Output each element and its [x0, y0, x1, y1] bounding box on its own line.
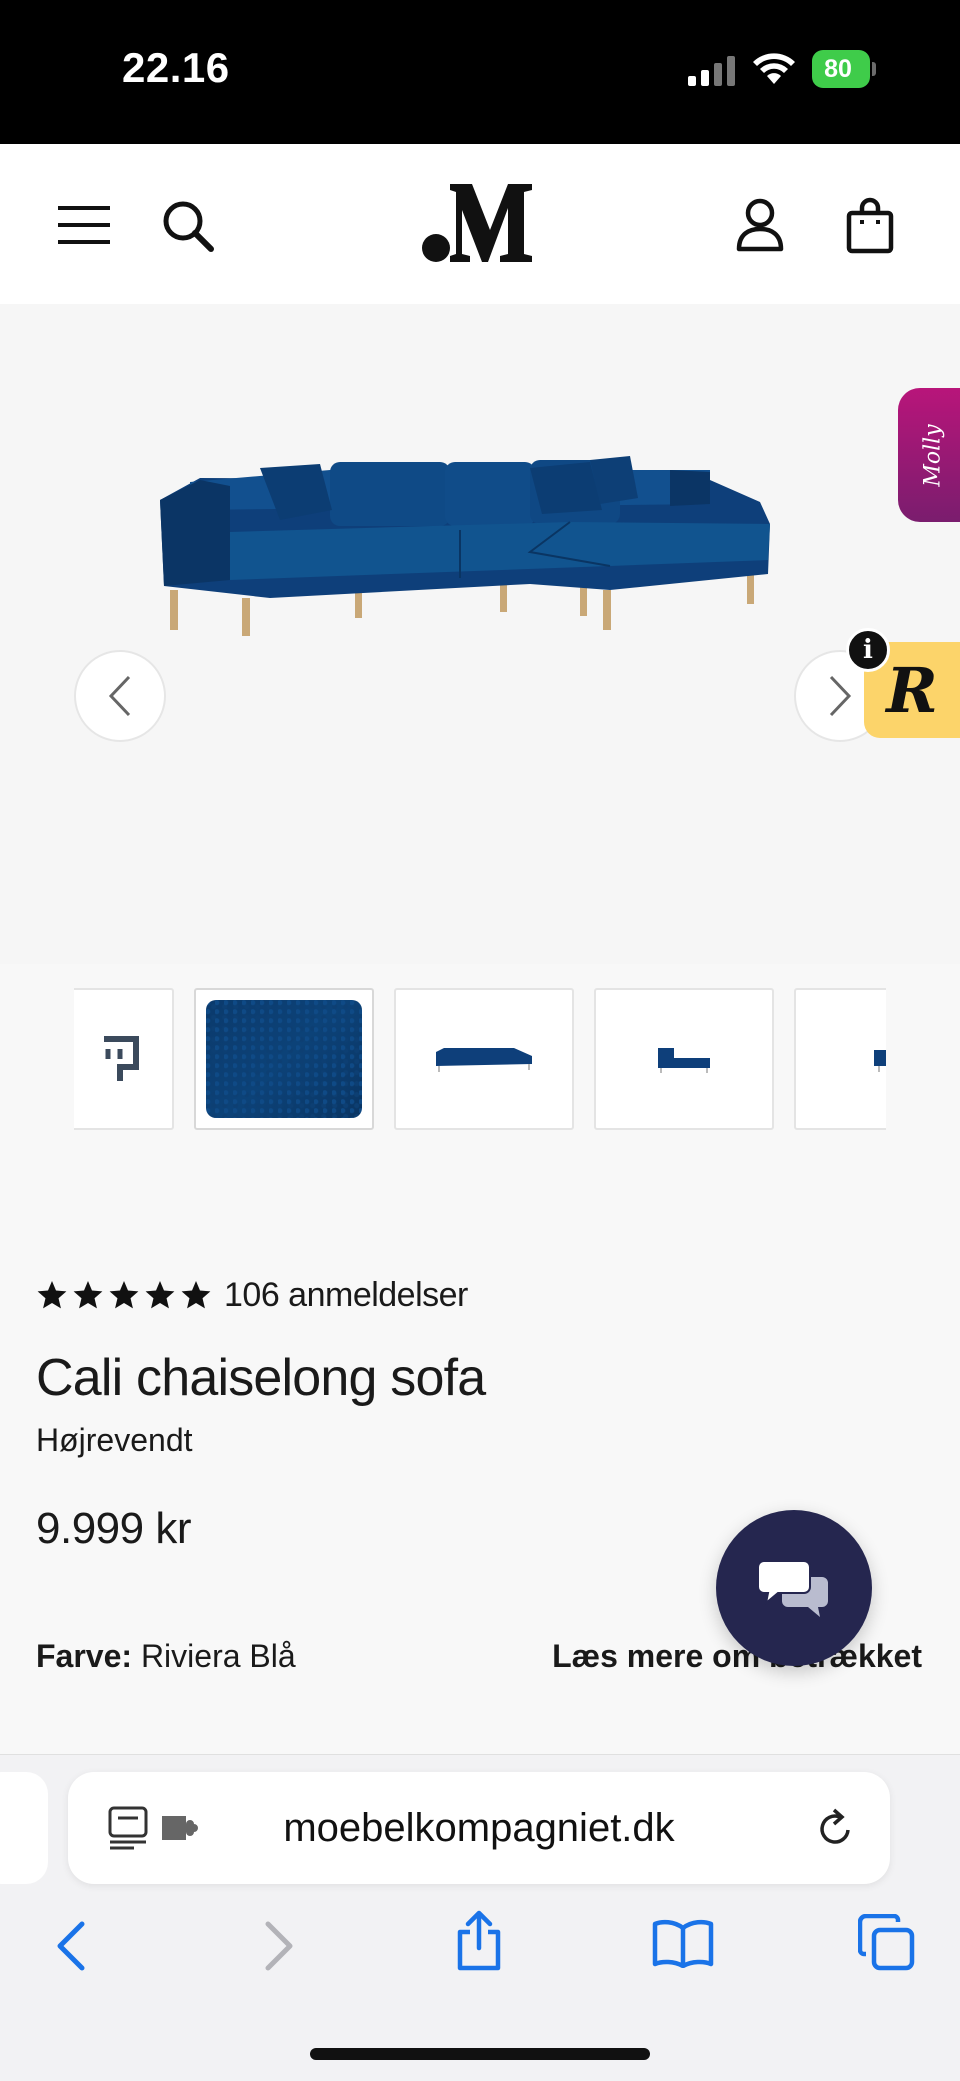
product-page: 22.16 80 Molly R i 106 anmeldelser Cali … — [0, 0, 960, 2081]
hamburger-icon[interactable] — [58, 204, 110, 246]
star-icon — [37, 1281, 67, 1309]
r-badge-label: R — [886, 653, 938, 727]
color-selector: Farve: Riviera Blå — [36, 1638, 296, 1675]
url-text[interactable]: moebelkompagniet.dk — [68, 1806, 890, 1851]
address-bar[interactable]: moebelkompagniet.dk — [68, 1772, 890, 1884]
product-variant: Højrevendt — [36, 1422, 193, 1458]
bookmarks-icon[interactable] — [652, 1918, 714, 1968]
sofa-side-thumbnail — [658, 1048, 710, 1073]
color-value: Riviera Blå — [140, 1638, 296, 1674]
thumbnail-dimensions[interactable] — [74, 988, 174, 1130]
thumbnail-front-view[interactable] — [394, 988, 574, 1130]
product-rating[interactable]: 106 anmeldelser — [36, 1272, 468, 1318]
sofa-back-thumbnail — [874, 1050, 886, 1072]
review-count[interactable]: 106 anmeldelser — [224, 1276, 468, 1315]
sofa-front-thumbnail — [436, 1048, 532, 1072]
product-title: Cali chaiselong sofa — [36, 1349, 486, 1407]
battery-level: 80 — [812, 50, 870, 88]
previous-tab-preview[interactable] — [0, 1772, 48, 1884]
thumbnail-strip[interactable] — [74, 988, 886, 1130]
share-icon[interactable] — [454, 1910, 504, 1972]
product-price: 9.999 kr — [36, 1504, 191, 1553]
battery-indicator: 80 — [812, 50, 876, 88]
star-icon — [109, 1281, 139, 1309]
molly-label: Molly — [920, 423, 946, 487]
forward-icon[interactable] — [262, 1920, 296, 1972]
gallery-prev-button[interactable] — [74, 650, 166, 742]
back-icon[interactable] — [54, 1920, 88, 1972]
chevron-right-icon — [829, 675, 852, 717]
shopping-bag-icon[interactable] — [846, 196, 894, 254]
star-rating — [36, 1279, 212, 1311]
color-label: Farve: — [36, 1638, 133, 1674]
tabs-icon[interactable] — [858, 1914, 916, 1972]
product-image[interactable] — [150, 440, 780, 640]
molly-widget-tab[interactable]: Molly — [898, 388, 960, 522]
status-time: 22.16 — [122, 44, 230, 91]
info-icon[interactable]: i — [846, 628, 890, 672]
brand-logo[interactable] — [420, 178, 540, 268]
status-bar: 22.16 80 — [0, 0, 960, 144]
thumbnail-fabric[interactable] — [194, 988, 374, 1130]
dimension-drawing-icon — [104, 1036, 139, 1081]
chat-button[interactable] — [716, 1510, 872, 1666]
chat-bubbles-icon — [758, 1560, 828, 1617]
search-icon[interactable] — [160, 198, 216, 254]
star-icon — [145, 1281, 175, 1309]
home-indicator[interactable] — [310, 2048, 650, 2060]
user-icon[interactable] — [736, 198, 784, 252]
reload-icon[interactable] — [816, 1806, 856, 1850]
wifi-icon — [753, 53, 795, 84]
chevron-left-icon — [108, 675, 131, 717]
fabric-swatch — [206, 1000, 362, 1118]
thumbnail-side-view[interactable] — [594, 988, 774, 1130]
cellular-signal-icon — [688, 56, 735, 86]
read-more-fabric-link[interactable]: Læs mere om betrækket — [552, 1638, 922, 1675]
thumbnail-back-view[interactable] — [794, 988, 886, 1130]
star-icon — [181, 1281, 211, 1309]
star-icon — [73, 1281, 103, 1309]
